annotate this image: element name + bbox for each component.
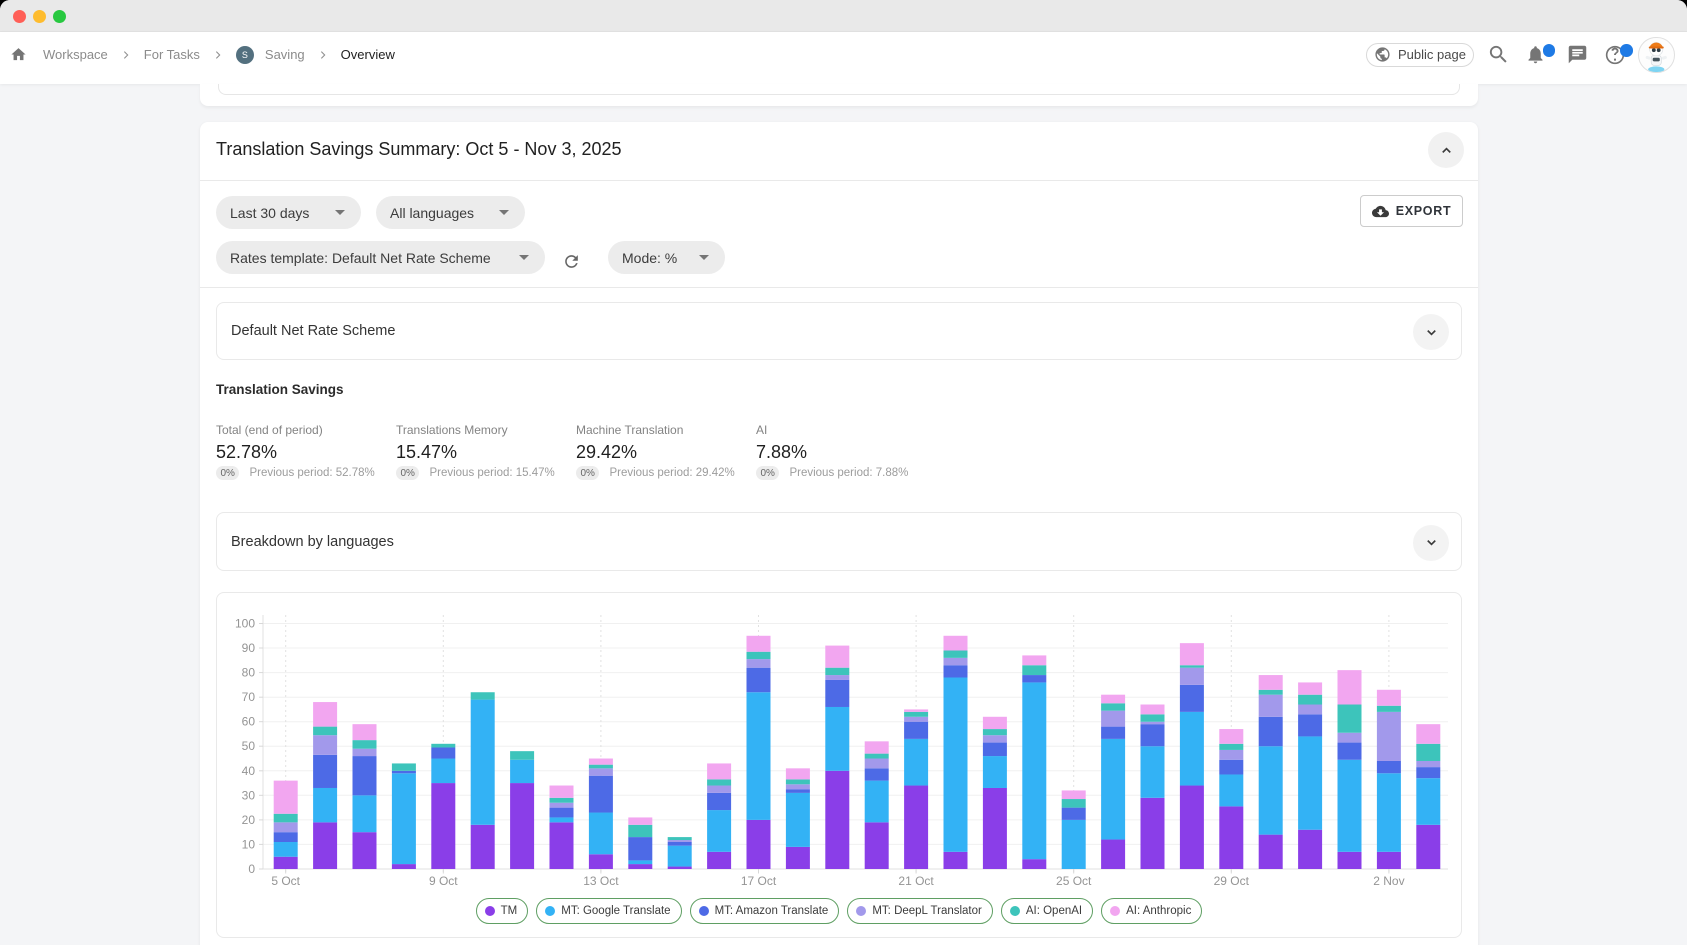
svg-text:80: 80 — [242, 666, 256, 680]
svg-text:20: 20 — [242, 813, 256, 827]
svg-text:70: 70 — [242, 690, 256, 704]
svg-text:29 Oct: 29 Oct — [1214, 874, 1250, 888]
svg-text:90: 90 — [242, 641, 256, 655]
svg-text:21 Oct: 21 Oct — [898, 874, 934, 888]
svg-text:17 Oct: 17 Oct — [741, 874, 777, 888]
svg-text:50: 50 — [242, 739, 256, 753]
svg-text:2 Nov: 2 Nov — [1373, 874, 1404, 888]
svg-text:60: 60 — [242, 715, 256, 729]
svg-text:13 Oct: 13 Oct — [583, 874, 619, 888]
svg-text:0: 0 — [248, 862, 255, 876]
svg-text:30: 30 — [242, 788, 256, 802]
svg-text:40: 40 — [242, 764, 256, 778]
svg-text:9 Oct: 9 Oct — [429, 874, 458, 888]
svg-text:100: 100 — [235, 617, 255, 631]
svg-text:25 Oct: 25 Oct — [1056, 874, 1092, 888]
svg-text:10: 10 — [242, 837, 256, 851]
svg-text:5 Oct: 5 Oct — [271, 874, 300, 888]
